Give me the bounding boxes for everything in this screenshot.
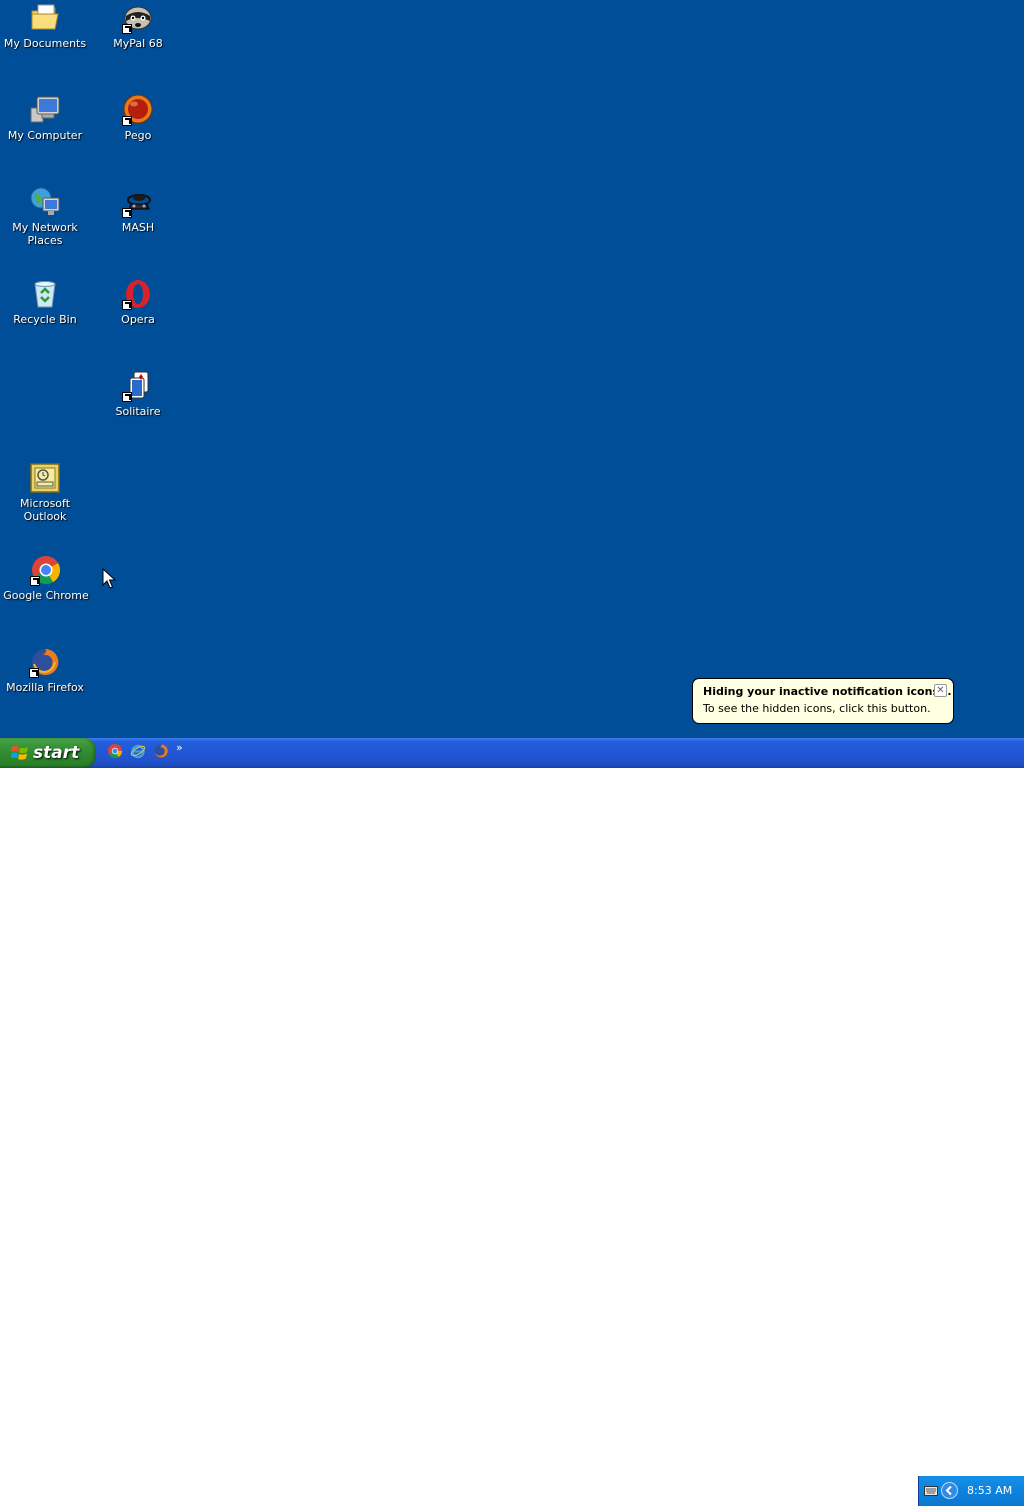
pego-ball-icon	[122, 94, 154, 126]
mypal-raccoon-icon	[122, 2, 154, 34]
system-tray: 8:53 AM	[918, 1476, 1024, 1506]
firefox-icon	[29, 646, 61, 678]
network-globe-icon	[29, 186, 61, 218]
desktop[interactable]: My Documents My Computer My Network Plac…	[0, 0, 1024, 738]
desktop-icon-label: Google Chrome	[3, 589, 89, 602]
desktop-icon-label: MyPal 68	[113, 37, 163, 50]
mash-icon	[122, 186, 154, 218]
quick-launch-overflow-chevron[interactable]: »	[176, 741, 183, 754]
desktop-icon-label: Microsoft Outlook	[19, 497, 71, 523]
desktop-icon-label: My Network Places	[12, 221, 78, 247]
desktop-icon-mash[interactable]: MASH	[93, 186, 183, 234]
notification-balloon[interactable]: Hiding your inactive notification icons.…	[692, 678, 954, 724]
opera-icon	[122, 278, 154, 310]
desktop-icon-pego[interactable]: Pego	[93, 94, 183, 142]
folder-documents-icon	[29, 2, 61, 34]
shortcut-arrow-icon	[30, 576, 40, 586]
desktop-icon-label: My Documents	[3, 37, 87, 50]
desktop-icon-label: Pego	[124, 129, 152, 142]
shortcut-arrow-icon	[122, 392, 132, 402]
shortcut-arrow-icon	[122, 208, 132, 218]
desktop-icon-label: Opera	[121, 313, 155, 326]
shortcut-arrow-icon	[29, 668, 39, 678]
shortcut-arrow-icon	[122, 116, 132, 126]
desktop-icon-mypal-68[interactable]: MyPal 68	[93, 2, 183, 50]
desktop-icon-opera[interactable]: Opera	[93, 278, 183, 326]
balloon-title: Hiding your inactive notification icons.…	[703, 685, 952, 698]
desktop-icon-label: Recycle Bin	[13, 313, 77, 326]
shortcut-arrow-icon	[122, 300, 132, 310]
desktop-icon-label: MASH	[121, 221, 155, 234]
start-label: start	[33, 743, 80, 763]
internet-explorer-icon[interactable]	[130, 743, 148, 761]
desktop-icon-recycle-bin[interactable]: Recycle Bin	[0, 278, 90, 326]
keyboard-icon[interactable]	[924, 1486, 938, 1496]
taskbar: start 8:53 AM	[0, 738, 1024, 1506]
desktop-icon-google-chrome[interactable]: Google Chrome	[1, 554, 91, 602]
desktop-icon-my-computer[interactable]: My Computer	[0, 94, 90, 142]
balloon-text: To see the hidden icons, click this butt…	[703, 702, 931, 715]
desktop-icon-my-network-places[interactable]: My Network Places	[0, 186, 90, 247]
chrome-icon	[30, 554, 62, 586]
desktop-icon-my-documents[interactable]: My Documents	[0, 2, 90, 50]
shortcut-arrow-icon	[122, 24, 132, 34]
close-icon[interactable]: ✕	[934, 684, 947, 697]
firefox-icon[interactable]	[153, 743, 171, 761]
outlook-icon	[29, 462, 61, 494]
windows-flag-icon	[11, 746, 28, 760]
chrome-icon[interactable]	[107, 743, 125, 761]
clock[interactable]: 8:53 AM	[967, 1484, 1012, 1497]
mouse-pointer-icon	[102, 567, 117, 594]
desktop-icon-solitaire[interactable]: Solitaire	[93, 370, 183, 418]
desktop-icon-microsoft-outlook[interactable]: Microsoft Outlook	[0, 462, 90, 523]
desktop-icon-mozilla-firefox[interactable]: Mozilla Firefox	[0, 646, 90, 694]
desktop-icon-label: Solitaire	[115, 405, 161, 418]
show-hidden-icons-button[interactable]	[941, 1482, 958, 1499]
desktop-icon-label: Mozilla Firefox	[6, 681, 84, 694]
solitaire-cards-icon	[122, 370, 154, 402]
chevron-left-icon	[945, 1485, 952, 1496]
recycle-bin-icon	[29, 278, 61, 310]
start-button[interactable]: start	[0, 738, 96, 768]
computer-icon	[29, 94, 61, 126]
desktop-icon-label: My Computer	[7, 129, 83, 142]
